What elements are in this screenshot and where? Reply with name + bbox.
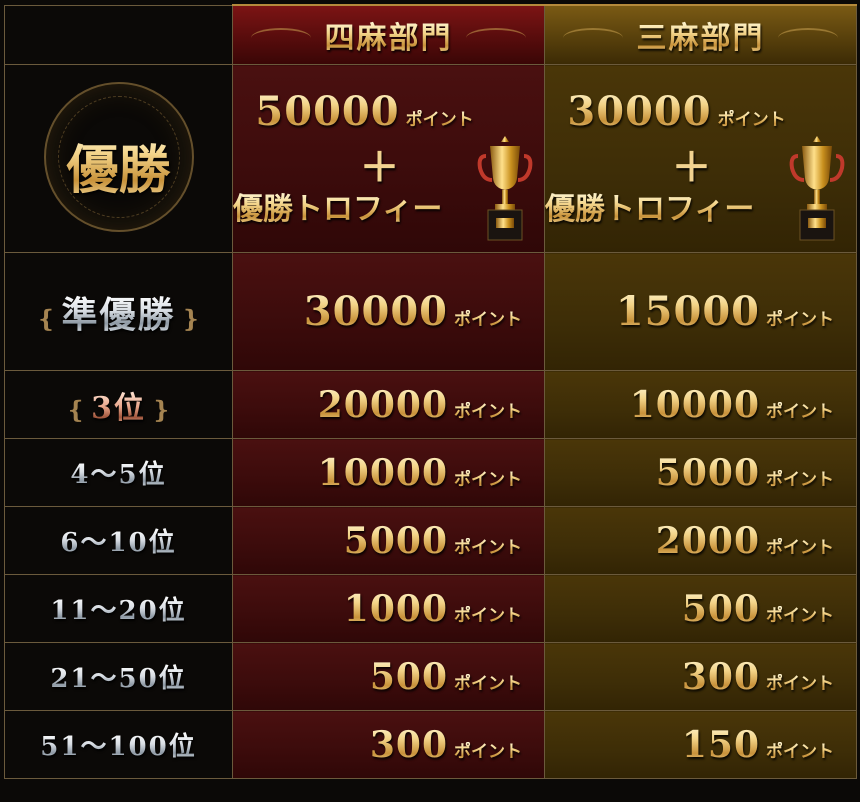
unit-label: ポイント <box>454 605 522 626</box>
unit-label: ポイント <box>766 401 834 422</box>
prize-three-cell: 15000 ポイント <box>544 252 857 371</box>
rank-label: 51～100位 <box>40 732 197 762</box>
trophy-label: 優勝トロフィー <box>233 192 443 228</box>
ornament-left: ❴ <box>36 304 57 333</box>
rank-label: 4～5位 <box>70 460 167 490</box>
prize-value: 5000 <box>343 519 448 562</box>
unit-label: ポイント <box>454 310 522 330</box>
prize-four-cell: 500 ポイント <box>232 642 545 711</box>
prize-value: 300 <box>681 655 760 698</box>
prize-three-cell: 2000 ポイント <box>544 506 857 575</box>
unit-label: ポイント <box>405 110 474 131</box>
unit-label: ポイント <box>766 673 834 694</box>
prize-four-winner: 50000 ポイント ＋ 優勝トロフィー <box>232 64 545 253</box>
trophy-icon <box>789 136 845 241</box>
prize-value: 10000 <box>629 383 760 426</box>
unit-label: ポイント <box>454 673 522 694</box>
rank-cell-runner-up: ❴ 準優勝 ❵ <box>4 252 233 371</box>
plus-sign: ＋ <box>359 144 400 192</box>
prize-value: 10000 <box>317 451 448 494</box>
prize-three-winner: 30000 ポイント ＋ 優勝トロフィー <box>544 64 857 253</box>
prize-three-cell: 5000 ポイント <box>544 438 857 507</box>
rank-cell: 51～100位 <box>4 710 233 779</box>
header-four-label: 四麻部門 <box>324 21 453 56</box>
rank-label: 3位 <box>91 390 146 426</box>
scroll-ornament <box>251 28 311 48</box>
rank-label: 11～20位 <box>50 596 187 626</box>
prize-four-cell: 30000 ポイント <box>232 252 545 371</box>
rank-label: 優勝 <box>44 128 194 203</box>
prize-three-cell: 150 ポイント <box>544 710 857 779</box>
table-row: ❴ 3位 ❵ 20000 ポイント 10000 ポイント <box>4 370 857 439</box>
rank-cell: 21～50位 <box>4 642 233 711</box>
prize-value: 30000 <box>303 288 448 335</box>
prize-value: 15000 <box>615 288 760 335</box>
prize-value: 500 <box>681 587 760 630</box>
unit-label: ポイント <box>766 605 834 626</box>
table-row: 21～50位 500 ポイント 300 ポイント <box>4 642 857 711</box>
rank-cell: 11～20位 <box>4 574 233 643</box>
rank-label: 6～10位 <box>60 528 177 558</box>
prize-four-cell: 10000 ポイント <box>232 438 545 507</box>
ornament-right: ❵ <box>151 395 172 424</box>
ornament-left: ❴ <box>65 395 86 424</box>
prize-value: 2000 <box>655 519 760 562</box>
prize-table: 四麻部門 三麻部門 優勝 50000 ポイント ＋ 優勝トロフィー 30000 … <box>4 4 857 779</box>
prize-value: 20000 <box>317 383 448 426</box>
unit-label: ポイント <box>766 537 834 558</box>
prize-three-cell: 500 ポイント <box>544 574 857 643</box>
plus-sign: ＋ <box>671 144 712 192</box>
prize-value: 300 <box>369 723 448 766</box>
scroll-ornament <box>778 28 838 48</box>
header-row: 四麻部門 三麻部門 <box>4 4 857 65</box>
header-empty-cell <box>4 4 233 65</box>
prize-value: 5000 <box>655 451 760 494</box>
scroll-ornament <box>466 28 526 48</box>
rank-label: 21～50位 <box>50 664 187 694</box>
prize-three-cell: 300 ポイント <box>544 642 857 711</box>
prize-value: 1000 <box>343 587 448 630</box>
header-four-player: 四麻部門 <box>232 4 545 65</box>
rank-cell: 4～5位 <box>4 438 233 507</box>
unit-label: ポイント <box>766 310 834 330</box>
prize-four-cell: 1000 ポイント <box>232 574 545 643</box>
prize-three-cell: 10000 ポイント <box>544 370 857 439</box>
table-row: 優勝 50000 ポイント ＋ 優勝トロフィー 30000 ポイント ＋ 優勝ト… <box>4 64 857 253</box>
header-three-label: 三麻部門 <box>636 21 765 56</box>
unit-label: ポイント <box>454 401 522 422</box>
trophy-label: 優勝トロフィー <box>545 192 755 228</box>
trophy-icon <box>477 136 533 241</box>
table-row: 51～100位 300 ポイント 150 ポイント <box>4 710 857 779</box>
unit-label: ポイント <box>766 469 834 490</box>
unit-label: ポイント <box>454 469 522 490</box>
unit-label: ポイント <box>454 741 522 762</box>
winner-emblem: 優勝 <box>43 81 194 232</box>
ornament-right: ❵ <box>180 304 201 333</box>
rank-cell: 6～10位 <box>4 506 233 575</box>
prize-four-cell: 20000 ポイント <box>232 370 545 439</box>
table-row: 11～20位 1000 ポイント 500 ポイント <box>4 574 857 643</box>
prize-four-cell: 5000 ポイント <box>232 506 545 575</box>
unit-label: ポイント <box>454 537 522 558</box>
prize-four-cell: 300 ポイント <box>232 710 545 779</box>
unit-label: ポイント <box>766 741 834 762</box>
scroll-ornament <box>563 28 623 48</box>
header-three-player: 三麻部門 <box>544 4 857 65</box>
prize-table-frame: 四麻部門 三麻部門 優勝 50000 ポイント ＋ 優勝トロフィー 30000 … <box>0 0 860 802</box>
table-row: 6～10位 5000 ポイント 2000 ポイント <box>4 506 857 575</box>
table-row: 4～5位 10000 ポイント 5000 ポイント <box>4 438 857 507</box>
prize-value: 150 <box>681 723 760 766</box>
unit-label: ポイント <box>717 110 786 131</box>
rank-cell-winner: 優勝 <box>4 64 233 253</box>
table-row: ❴ 準優勝 ❵ 30000 ポイント 15000 ポイント <box>4 252 857 371</box>
prize-value: 50000 <box>255 88 400 136</box>
prize-value: 500 <box>369 655 448 698</box>
rank-label: 準優勝 <box>61 293 176 336</box>
rank-cell-third: ❴ 3位 ❵ <box>4 370 233 439</box>
prize-value: 30000 <box>567 88 712 136</box>
